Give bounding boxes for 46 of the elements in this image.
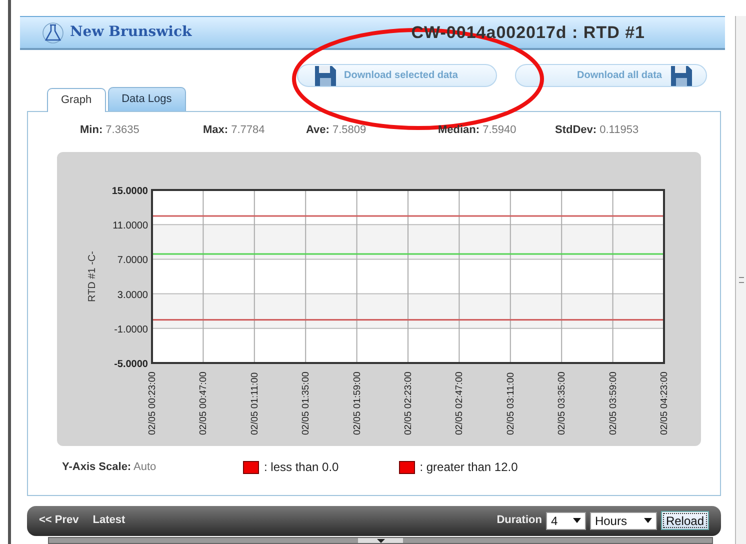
x-tick-label: 02/05 01:35:00 xyxy=(300,372,312,435)
axis-scale-value: Auto xyxy=(134,460,156,473)
stat-label: Max: xyxy=(203,124,228,136)
duration-label: Duration xyxy=(496,513,542,528)
latest-link[interactable]: Latest xyxy=(92,512,126,529)
x-tick-label: 02/05 02:47:00 xyxy=(454,372,466,435)
y-axis-title: RTD #1 -C- xyxy=(87,251,98,302)
y-tick-label: 7.0000 xyxy=(117,255,148,266)
caret-icon xyxy=(644,518,652,523)
duration-select[interactable]: 4 xyxy=(546,512,586,530)
x-tick-label: 02/05 00:23:00 xyxy=(147,372,158,435)
stat-value: 7.5940 xyxy=(482,124,516,136)
flask-icon xyxy=(40,22,66,44)
x-tick-label: 02/05 04:23:00 xyxy=(659,372,670,435)
prev-link[interactable]: << Prev xyxy=(39,512,79,529)
y-tick-label: -5.0000 xyxy=(114,359,148,370)
caret-icon xyxy=(572,518,581,523)
unit-select[interactable]: Hours xyxy=(590,512,657,530)
x-tick-label: 02/05 02:23:00 xyxy=(403,372,414,435)
stat-value: 7.3635 xyxy=(106,124,140,136)
x-tick-label: 02/05 03:11:00 xyxy=(505,372,516,435)
legend-label: : greater than 12.0 xyxy=(420,459,518,476)
stat-label: StdDev: xyxy=(555,124,597,136)
y-tick-label: 11.0000 xyxy=(112,220,148,232)
stat-value: 0.11953 xyxy=(600,124,639,136)
x-tick-label: 02/05 01:11:00 xyxy=(249,372,260,435)
logo-text: New Brunswick xyxy=(70,23,192,42)
axis-scale-label: Y-Axis Scale: xyxy=(62,460,132,473)
tab[interactable]: Data Logs xyxy=(108,87,186,110)
y-tick-label: 3.0000 xyxy=(117,290,148,301)
stat-value: 7.5809 xyxy=(332,124,366,136)
stat-label: Median: xyxy=(438,124,480,136)
scrollbar[interactable] xyxy=(735,16,746,544)
x-tick-label: 02/05 01:59:00 xyxy=(352,372,363,435)
stat-value: 7.7784 xyxy=(231,124,265,136)
stat-label: Min: xyxy=(80,124,103,136)
reload-button[interactable]: Reload xyxy=(660,511,709,530)
caret-icon[interactable] xyxy=(376,538,384,544)
stat-label: Ave: xyxy=(306,124,330,136)
y-tick-label: -1.0000 xyxy=(114,324,148,336)
legend-label: : less than 0.0 xyxy=(264,459,339,476)
x-tick-label: 02/05 03:59:00 xyxy=(608,372,619,435)
y-tick-label: 15.0000 xyxy=(112,186,148,197)
tab[interactable]: Graph xyxy=(47,88,106,112)
x-tick-label: 02/05 03:35:00 xyxy=(556,372,568,435)
x-tick-label: 02/05 00:47:00 xyxy=(198,372,210,435)
